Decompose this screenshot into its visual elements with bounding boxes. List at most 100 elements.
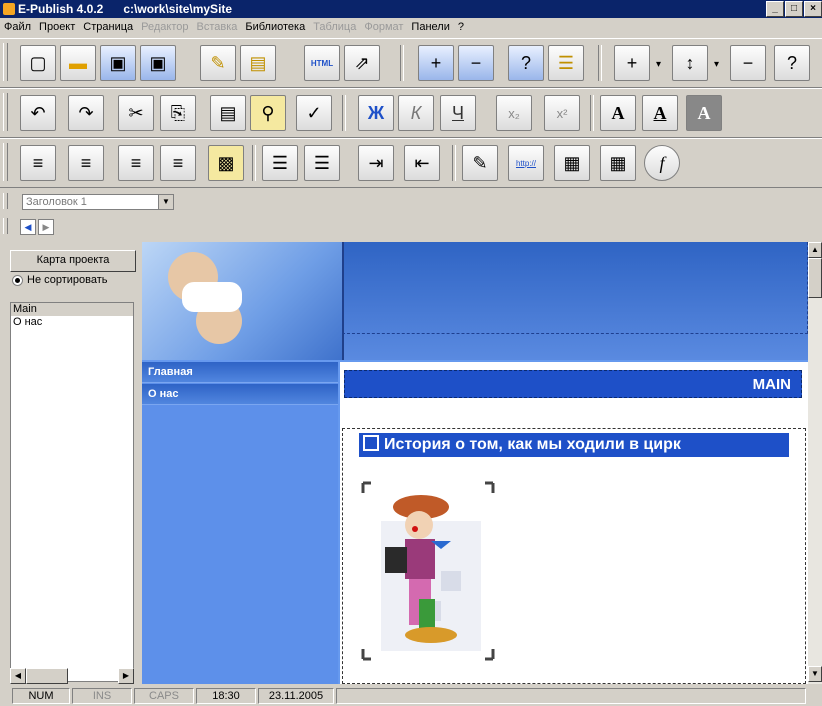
toolbar-grip[interactable] — [3, 43, 8, 81]
horizontal-scrollbar[interactable]: ◀ ▶ — [10, 668, 134, 684]
maximize-button[interactable]: □ — [785, 1, 803, 17]
publish-icon[interactable]: ⇗ — [344, 45, 380, 81]
menu-editor[interactable]: Редактор — [137, 21, 192, 33]
find-icon[interactable]: ⚲ — [250, 95, 286, 131]
article-block[interactable]: История о том, как мы ходили в цирк — [342, 428, 806, 684]
sort-radio[interactable]: Не сортировать — [12, 274, 108, 286]
menu-insert[interactable]: Вставка — [193, 21, 242, 33]
toolbar-grip[interactable] — [3, 143, 8, 181]
align-justify-icon[interactable]: ≡ — [160, 145, 196, 181]
scroll-thumb[interactable] — [808, 258, 822, 298]
insert-image-icon[interactable]: ▦ — [554, 145, 590, 181]
scroll-right-icon[interactable]: ▶ — [118, 668, 134, 684]
menu-project[interactable]: Проект — [35, 21, 79, 33]
style-toolbar: Заголовок 1 ▼ — [0, 192, 822, 212]
toolbar-grip[interactable] — [3, 218, 8, 234]
menu-page[interactable]: Страница — [79, 21, 137, 33]
menu-help[interactable]: ? — [454, 21, 468, 33]
edit-link-icon[interactable]: ✎ — [462, 145, 498, 181]
title-bar: E-Publish 4.0.2 c:\work\site\mySite _ □ … — [0, 0, 822, 18]
page-preview[interactable]: Главная О нас MAIN История о том, как мы… — [142, 242, 808, 684]
delete-row-icon[interactable]: − — [730, 45, 766, 81]
copy-icon[interactable]: ⎘ — [160, 95, 196, 131]
menu-format[interactable]: Формат — [360, 21, 407, 33]
cut-icon[interactable]: ✂ — [118, 95, 154, 131]
align-right-icon[interactable]: ≡ — [118, 145, 154, 181]
open-folder-icon[interactable]: ▬ — [60, 45, 96, 81]
back-arrow-icon[interactable]: ◀ — [20, 219, 36, 235]
numbered-list-icon[interactable]: ☰ — [304, 145, 340, 181]
wizard-icon[interactable]: ✎ — [200, 45, 236, 81]
status-message — [336, 688, 806, 704]
toolbar-grip[interactable] — [3, 193, 8, 209]
insert-row-icon[interactable]: + — [614, 45, 650, 81]
page-title[interactable]: MAIN — [344, 370, 802, 398]
save-icon[interactable]: ▣ — [100, 45, 136, 81]
vertical-scrollbar[interactable]: ▲ ▼ — [808, 242, 822, 684]
insert-row-dropdown[interactable]: ▾ — [656, 59, 661, 70]
undo-icon[interactable]: ↶ — [20, 95, 56, 131]
font-background-icon[interactable]: A — [686, 95, 722, 131]
header-editable-area[interactable] — [342, 242, 808, 334]
move-row-dropdown[interactable]: ▾ — [714, 59, 719, 70]
project-map-button[interactable]: Карта проекта — [10, 250, 136, 272]
help-row-icon[interactable]: ? — [774, 45, 810, 81]
radio-checked-icon[interactable] — [12, 274, 23, 286]
list-item[interactable]: Main — [11, 303, 133, 316]
redo-icon[interactable]: ↷ — [68, 95, 104, 131]
toolbar-separator — [590, 95, 594, 131]
article-title-text: История о том, как мы ходили в цирк — [384, 436, 681, 453]
page-list[interactable]: Main О нас — [10, 302, 134, 682]
menu-file[interactable]: Файл — [0, 21, 35, 33]
paste-icon[interactable]: ▤ — [210, 95, 246, 131]
page-list-icon[interactable]: ☰ — [548, 45, 584, 81]
scroll-thumb[interactable] — [26, 668, 68, 684]
add-page-icon[interactable]: + — [418, 45, 454, 81]
align-center-icon[interactable]: ≡ — [68, 145, 104, 181]
move-row-icon[interactable]: ↕ — [672, 45, 708, 81]
subscript-icon[interactable]: x₂ — [496, 95, 532, 131]
paragraph-style-select[interactable]: Заголовок 1 ▼ — [22, 194, 174, 210]
bullet-list-icon[interactable]: ☰ — [262, 145, 298, 181]
scroll-up-icon[interactable]: ▲ — [808, 242, 822, 258]
clown-image[interactable] — [361, 481, 495, 661]
bold-icon[interactable]: Ж — [358, 95, 394, 131]
superscript-icon[interactable]: x² — [544, 95, 580, 131]
scroll-left-icon[interactable]: ◀ — [10, 668, 26, 684]
menu-panels[interactable]: Панели — [407, 21, 453, 33]
menu-library[interactable]: Библиотека — [241, 21, 309, 33]
content-area[interactable]: MAIN История о том, как мы ходили в цирк — [340, 362, 808, 684]
save-as-icon[interactable]: ▣ — [140, 45, 176, 81]
clear-format-icon[interactable]: ✓ — [296, 95, 332, 131]
remove-page-icon[interactable]: − — [458, 45, 494, 81]
help-icon[interactable]: ? — [508, 45, 544, 81]
font-color-icon[interactable]: A — [642, 95, 678, 131]
indent-icon[interactable]: ⇥ — [358, 145, 394, 181]
outdent-icon[interactable]: ⇤ — [404, 145, 440, 181]
hyperlink-icon[interactable]: http:// — [508, 145, 544, 181]
image-align-icon[interactable]: ▩ — [208, 145, 244, 181]
scroll-down-icon[interactable]: ▼ — [808, 666, 822, 682]
insert-table-icon[interactable]: ▦ — [600, 145, 636, 181]
toolbar-grip[interactable] — [3, 93, 8, 131]
new-page-icon[interactable]: ▢ — [20, 45, 56, 81]
list-item[interactable]: О нас — [11, 316, 133, 329]
site-nav: Главная О нас — [142, 362, 338, 684]
article-title[interactable]: История о том, как мы ходили в цирк — [359, 433, 789, 457]
properties-icon[interactable]: ▤ — [240, 45, 276, 81]
minimize-button[interactable]: _ — [766, 1, 784, 17]
nav-item-home[interactable]: Главная — [142, 362, 338, 383]
close-button[interactable]: × — [804, 1, 822, 17]
nav-item-about[interactable]: О нас — [142, 384, 338, 405]
italic-icon[interactable]: К — [398, 95, 434, 131]
num-lock-indicator: NUM — [12, 688, 70, 704]
underline-icon[interactable]: Ч — [440, 95, 476, 131]
project-map-panel: Карта проекта Не сортировать Main О нас … — [10, 250, 136, 684]
function-icon[interactable]: f — [644, 145, 680, 181]
font-icon[interactable]: A — [600, 95, 636, 131]
menu-table[interactable]: Таблица — [309, 21, 360, 33]
align-left-icon[interactable]: ≡ — [20, 145, 56, 181]
forward-arrow-icon[interactable]: ▶ — [38, 219, 54, 235]
chevron-down-icon[interactable]: ▼ — [158, 195, 173, 209]
html-export-icon[interactable]: HTML — [304, 45, 340, 81]
